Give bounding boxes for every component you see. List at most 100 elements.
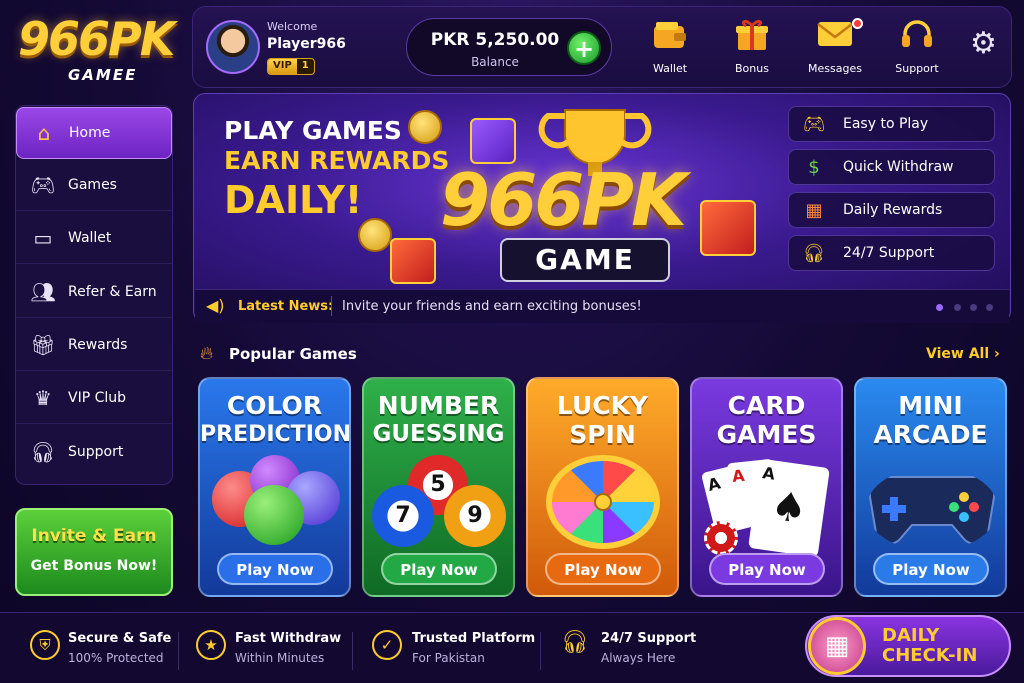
game-title-line2: ARCADE [873, 420, 988, 449]
sidebar-item-label: Home [69, 125, 111, 141]
feature-support: 🎧︎ 24/7 Support [788, 235, 995, 271]
invite-subtitle: Get Bonus Now! [30, 558, 158, 574]
feature-daily-rewards: ▦ Daily Rewards [788, 192, 995, 228]
nav-wallet[interactable]: Wallet [633, 18, 707, 75]
avatar[interactable] [206, 20, 260, 74]
plus-icon: + [573, 35, 595, 63]
feature-label: Daily Rewards [843, 202, 943, 218]
sidebar-item-label: Rewards [68, 336, 128, 353]
brand-logo[interactable]: 966PK GAMEE [14, 8, 184, 88]
vip-badge: VIP 1 [267, 58, 315, 75]
footer-subtitle: 100% Protected [68, 651, 164, 665]
game-title-line1: NUMBER [377, 391, 500, 420]
carousel-dot[interactable] [970, 304, 977, 311]
sidebar-item-support[interactable]: 🎧︎ Support [16, 426, 172, 478]
footer-subtitle: Within Minutes [235, 651, 325, 665]
add-funds-button[interactable]: + [567, 31, 601, 65]
users-icon: 👥︎ [30, 279, 56, 304]
game-title-line2: SPIN [569, 420, 636, 449]
news-text: Invite your friends and earn exciting bo… [342, 299, 642, 314]
logo-subtext: GAMEE [68, 66, 138, 84]
game-card-mini-arcade[interactable]: MINI ARCADE Play Now [854, 377, 1007, 597]
game-card-lucky-spin[interactable]: LUCKY SPIN Play Now [526, 377, 679, 597]
sidebar-item-home[interactable]: ⌂ Home [16, 107, 172, 159]
vip-level: 1 [301, 60, 309, 71]
sidebar-item-label: Games [68, 176, 117, 193]
headset-icon: 🎧︎ [802, 242, 826, 264]
invite-title: Invite & Earn [31, 526, 157, 546]
carousel-dot-active[interactable] [936, 304, 943, 311]
game-card-card-games[interactable]: CARD GAMES A A A ♠ Play Now [690, 377, 843, 597]
view-all-link[interactable]: View All › [926, 346, 1000, 362]
vip-label: VIP [268, 59, 297, 74]
sidebar-item-label: Wallet [68, 229, 112, 246]
gift-icon [733, 18, 771, 56]
envelope-icon [816, 18, 854, 56]
footer-subtitle: Always Here [601, 651, 676, 665]
wallet-icon: ▭ [33, 225, 53, 250]
megaphone-icon: ◀) [206, 296, 225, 315]
fire-icon: 🔥︎ [200, 343, 214, 364]
badge-icon: ✓ [372, 630, 402, 660]
nav-messages-label: Messages [808, 62, 862, 75]
feature-label: Easy to Play [843, 116, 929, 132]
footer-title: Secure & Safe [68, 631, 172, 646]
sidebar-item-wallet[interactable]: ▭ Wallet [16, 212, 172, 264]
wallet-icon [651, 18, 689, 56]
play-now-button[interactable]: Play Now [709, 553, 825, 585]
game-card-color-prediction[interactable]: COLOR PREDICTION Play Now [198, 377, 351, 597]
nav-support[interactable]: Support [880, 18, 954, 75]
sidebar-item-rewards[interactable]: 🎁︎ Rewards [16, 319, 172, 371]
number-ball: 9 [444, 485, 506, 547]
sidebar-item-label: VIP Club [68, 389, 127, 406]
feature-easy-play: 🎮︎ Easy to Play [788, 106, 995, 142]
welcome-text: Welcome [267, 20, 318, 33]
star-icon: ★ [196, 630, 226, 660]
nav-bonus-label: Bonus [735, 62, 769, 75]
play-now-button[interactable]: Play Now [381, 553, 497, 585]
gift-icon [390, 238, 436, 284]
coin-icon [408, 110, 442, 144]
sidebar-item-games[interactable]: 🎮︎ Games [16, 159, 172, 211]
carousel-dot[interactable] [986, 304, 993, 311]
sidebar-item-label: Refer & Earn [68, 283, 157, 300]
game-title-line2: GUESSING [372, 421, 505, 447]
shield-icon: ⛨ [30, 630, 60, 660]
feature-quick-withdraw: $ Quick Withdraw [788, 149, 995, 185]
number-ball: 7 [372, 485, 434, 547]
ace-spade-card: A ♠ [748, 458, 830, 558]
sidebar-item-refer[interactable]: 👥︎ Refer & Earn [16, 266, 172, 318]
invite-earn-button[interactable] [15, 508, 173, 596]
headset-icon: 🎧︎ [30, 440, 56, 464]
play-now-button[interactable]: Play Now [873, 553, 989, 585]
gamepad-icon: 🎮︎ [802, 113, 826, 135]
view-all-label: View All [926, 346, 990, 362]
footer-title: Fast Withdraw [235, 631, 342, 646]
gamepad-icon [868, 476, 996, 545]
game-card-number-guessing[interactable]: NUMBER GUESSING 5 7 9 Play Now [362, 377, 515, 597]
gift-icon: 🎁︎ [30, 332, 56, 357]
sidebar-item-vip[interactable]: ♛ VIP Club [16, 372, 172, 424]
play-now-button[interactable]: Play Now [545, 553, 661, 585]
gamepad-icon: 🎮︎ [30, 172, 56, 197]
game-title-line2: GAMES [716, 420, 817, 449]
poker-chip [704, 521, 738, 555]
calendar-icon: ▦ [805, 199, 823, 221]
banner-ribbon-text: GAME [535, 243, 635, 276]
green-ball [244, 485, 304, 545]
headset-icon [898, 18, 936, 56]
banner-ribbon: GAME [500, 238, 670, 282]
feature-label: 24/7 Support [843, 245, 935, 261]
gear-icon[interactable]: ⚙ [970, 26, 997, 61]
game-title-line1: CARD [727, 391, 806, 420]
play-now-button[interactable]: Play Now [217, 553, 333, 585]
footer-divider [352, 632, 353, 670]
news-divider [331, 296, 332, 316]
balance-amount: PKR 5,250.00 [430, 30, 560, 50]
notification-dot [852, 18, 863, 29]
carousel-dot[interactable] [954, 304, 961, 311]
cash-icon: $ [808, 156, 820, 178]
footer-title: Trusted Platform [412, 631, 536, 646]
nav-bonus[interactable]: Bonus [715, 18, 789, 75]
footer-title: 24/7 Support [601, 631, 697, 646]
